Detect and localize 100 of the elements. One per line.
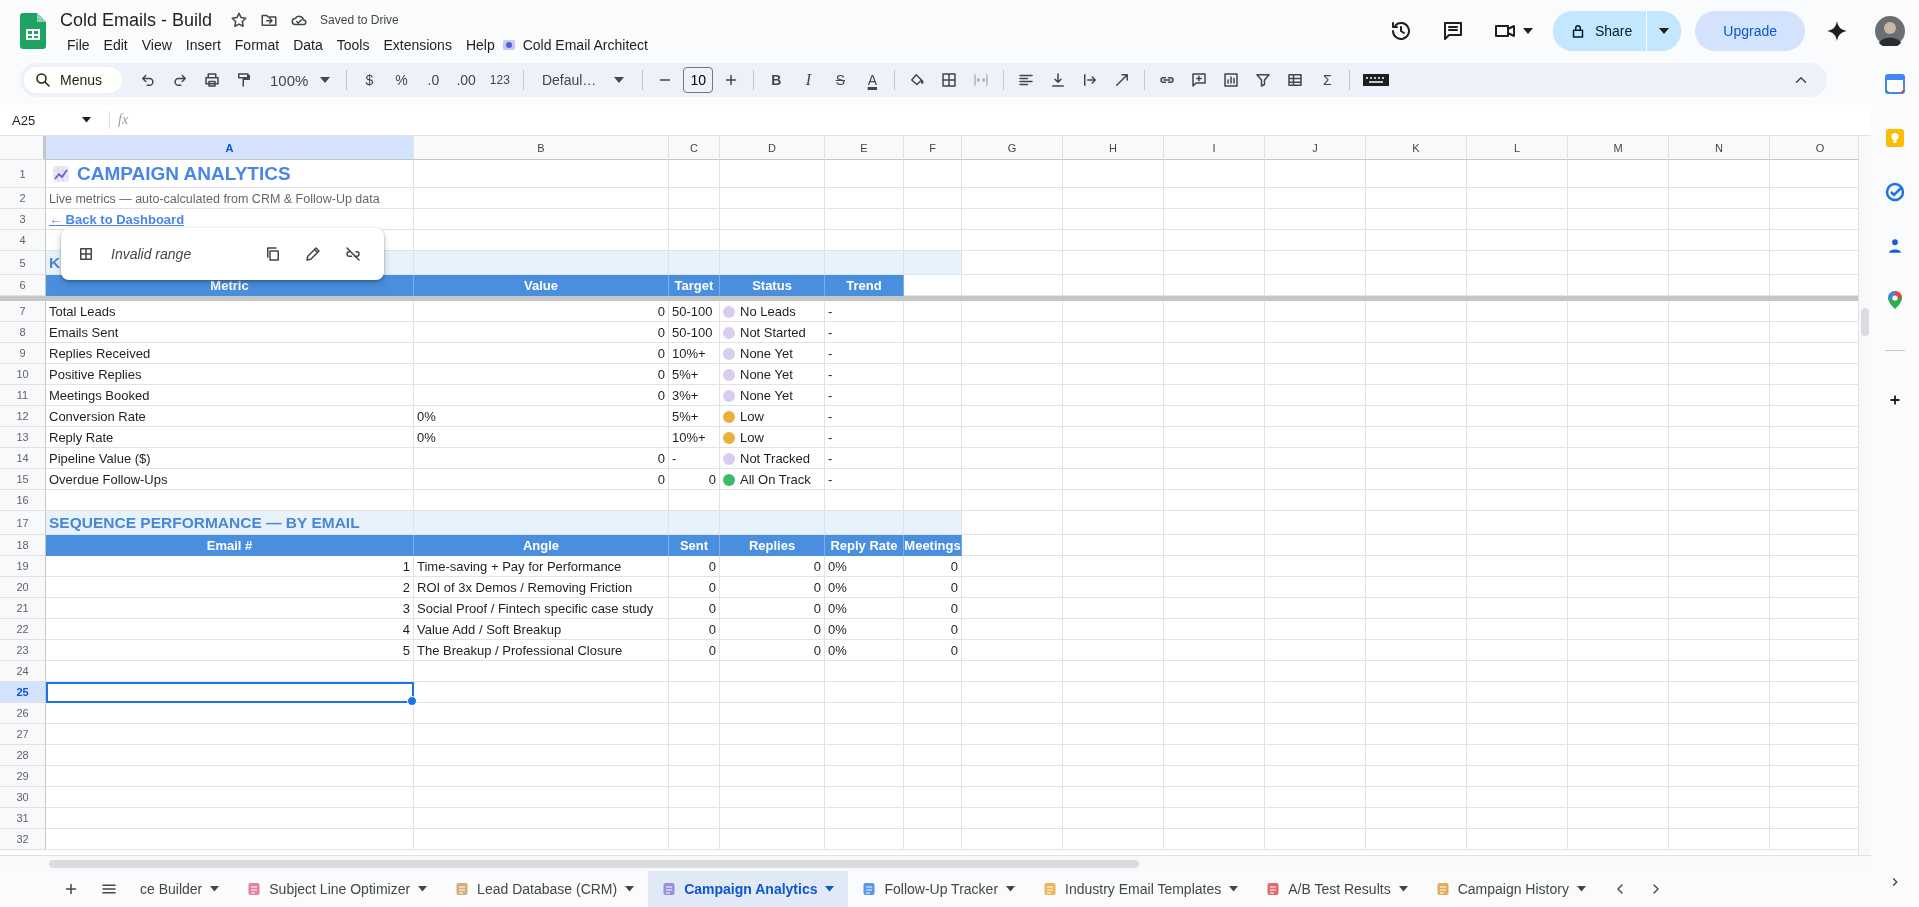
empty-cell[interactable] [1669,301,1770,322]
menu-item[interactable]: Extensions [376,35,459,55]
column-header[interactable]: D [720,136,825,160]
empty-cell[interactable] [414,188,669,209]
empty-cell[interactable] [1366,766,1467,787]
empty-cell[interactable] [904,766,962,787]
empty-cell[interactable] [1669,577,1770,598]
row-number[interactable]: 5 [0,251,46,275]
empty-cell[interactable] [1265,703,1366,724]
empty-cell[interactable] [1467,188,1568,209]
empty-cell[interactable] [1265,209,1366,230]
empty-cell[interactable] [1669,808,1770,829]
empty-cell[interactable] [1063,787,1164,808]
empty-cell[interactable] [962,490,1063,511]
empty-cell[interactable] [1568,160,1669,188]
row-number[interactable]: 3 [0,209,46,230]
vertical-scrollbar[interactable] [1858,136,1871,855]
empty-cell[interactable] [1568,745,1669,766]
sheet-tab[interactable]: Subject Line Optimizer [233,871,442,907]
empty-cell[interactable] [1366,230,1467,251]
empty-cell[interactable] [1366,829,1467,850]
empty-cell[interactable] [1164,301,1265,322]
row-number[interactable]: 31 [0,808,46,829]
currency-format-button[interactable]: $ [355,66,384,94]
empty-cell[interactable] [904,829,962,850]
empty-cell[interactable] [1265,448,1366,469]
row-number[interactable]: 25 [0,682,46,703]
table-icon[interactable] [1286,71,1305,89]
empty-cell[interactable] [1063,469,1164,490]
map-pin-icon[interactable] [1885,290,1905,310]
copy-icon[interactable] [264,245,282,263]
empty-cell[interactable] [1568,577,1669,598]
empty-cell[interactable] [414,724,669,745]
empty-cell[interactable] [1164,160,1265,188]
empty-cell[interactable] [962,556,1063,577]
scroll-thumb[interactable] [1861,308,1869,336]
empty-cell[interactable] [1265,661,1366,682]
percent-format-button[interactable]: % [387,66,416,94]
empty-cell[interactable] [1467,640,1568,661]
empty-cell[interactable] [962,209,1063,230]
empty-cell[interactable] [962,385,1063,406]
empty-cell[interactable] [1669,469,1770,490]
empty-cell[interactable] [1467,160,1568,188]
empty-cell[interactable] [1164,469,1265,490]
row-number[interactable]: 12 [0,406,46,427]
row-number[interactable]: 2 [0,188,46,209]
empty-cell[interactable] [904,188,962,209]
filter-icon[interactable] [1254,71,1273,89]
empty-cell[interactable] [1467,598,1568,619]
empty-cell[interactable] [1366,406,1467,427]
empty-cell[interactable] [1467,619,1568,640]
chart-icon[interactable] [1222,71,1241,89]
empty-cell[interactable] [1063,598,1164,619]
avatar[interactable] [1875,16,1905,46]
column-header[interactable]: N [1669,136,1770,160]
empty-cell[interactable] [1063,829,1164,850]
empty-cell[interactable] [1063,322,1164,343]
empty-cell[interactable] [1063,703,1164,724]
empty-cell[interactable] [962,160,1063,188]
empty-cell[interactable] [1568,343,1669,364]
empty-cell[interactable] [1063,188,1164,209]
empty-cell[interactable] [1669,787,1770,808]
empty-cell[interactable] [1669,364,1770,385]
empty-cell[interactable] [720,160,825,188]
empty-cell[interactable] [1568,829,1669,850]
empty-cell[interactable] [669,661,720,682]
empty-cell[interactable] [962,745,1063,766]
empty-cell[interactable] [825,808,904,829]
empty-cell[interactable] [962,808,1063,829]
empty-cell[interactable] [962,766,1063,787]
empty-cell[interactable] [1164,682,1265,703]
calendar-icon[interactable] [1885,74,1905,94]
empty-cell[interactable] [904,724,962,745]
merge-cells-icon[interactable] [972,71,991,89]
empty-cell[interactable] [1164,230,1265,251]
empty-cell[interactable] [1265,427,1366,448]
empty-cell[interactable] [1669,766,1770,787]
empty-cell[interactable] [1265,490,1366,511]
row-number[interactable]: 4 [0,230,46,251]
empty-cell[interactable] [825,703,904,724]
empty-cell[interactable] [1366,343,1467,364]
fill-handle[interactable] [407,696,417,706]
empty-cell[interactable] [414,787,669,808]
empty-cell[interactable] [1164,577,1265,598]
empty-cell[interactable] [825,724,904,745]
empty-cell[interactable] [825,787,904,808]
empty-cell[interactable] [1366,511,1467,535]
empty-cell[interactable] [904,703,962,724]
empty-cell[interactable] [1669,682,1770,703]
empty-cell[interactable] [720,682,825,703]
empty-cell[interactable] [1063,301,1164,322]
empty-cell[interactable] [962,406,1063,427]
empty-cell[interactable] [1366,703,1467,724]
empty-cell[interactable] [1063,724,1164,745]
empty-cell[interactable] [1467,577,1568,598]
empty-cell[interactable] [904,448,962,469]
empty-cell[interactable] [1164,724,1265,745]
lightbulb-note-icon[interactable] [1885,128,1905,148]
empty-cell[interactable] [1265,343,1366,364]
empty-cell[interactable] [1366,188,1467,209]
